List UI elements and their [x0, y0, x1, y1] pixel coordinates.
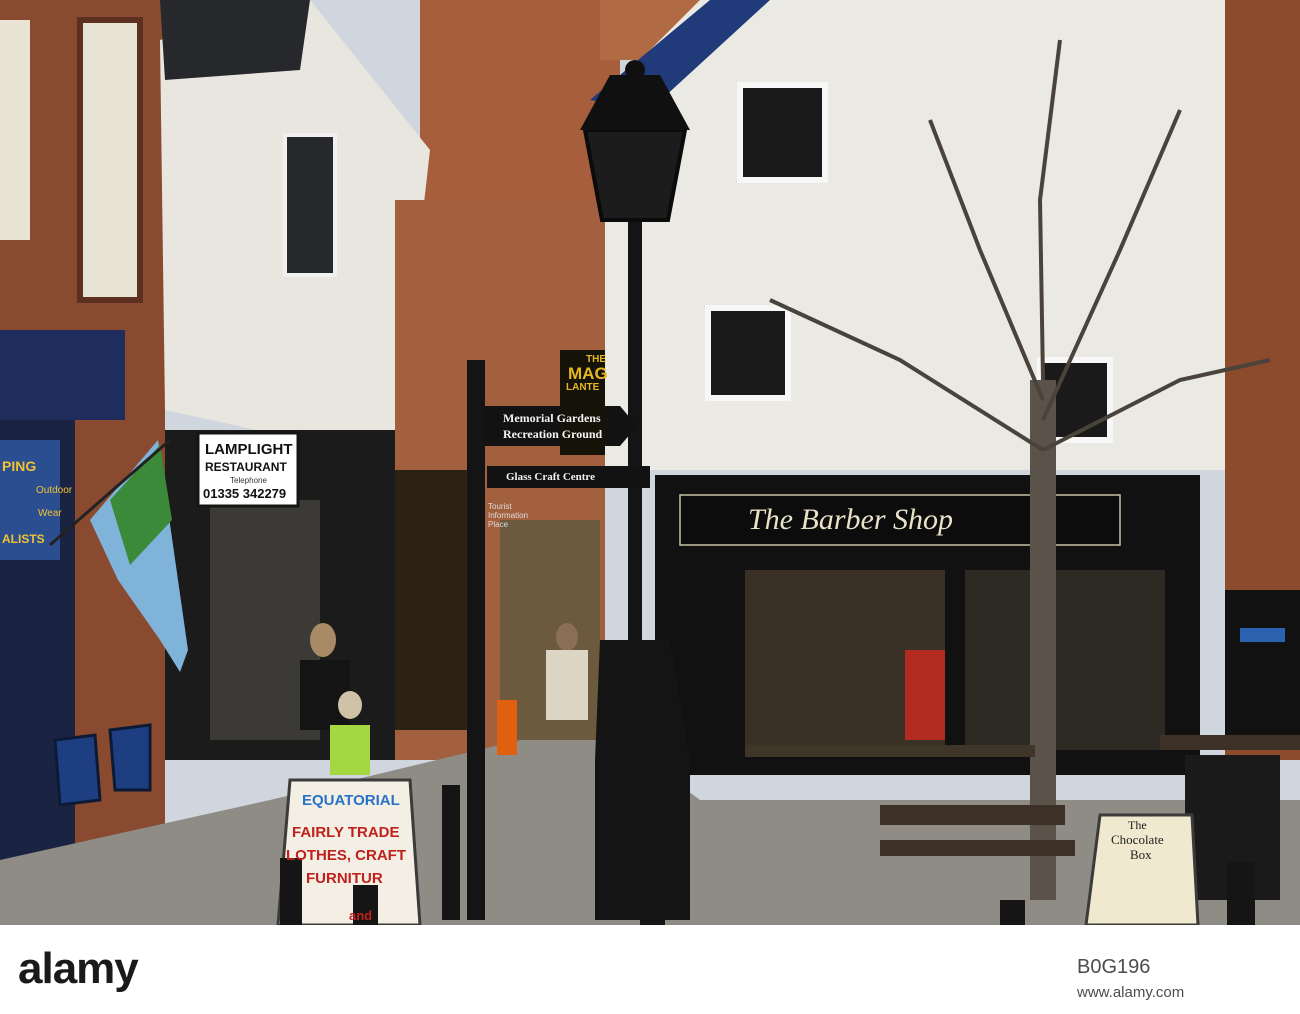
signpost	[467, 360, 485, 920]
equatorial-board-line2: LOTHES, CRAFT	[286, 847, 406, 864]
alamy-logo: alamy	[18, 944, 139, 993]
chocolate-box-line1: The	[1128, 818, 1147, 832]
outdoor-shop-sign-3: Wear	[38, 508, 62, 519]
chocolate-box-line3: Box	[1130, 847, 1152, 862]
lamplight-sign-line1: LAMPLIGHT	[205, 441, 293, 458]
fingerpost-recreation-ground: Recreation Ground	[503, 427, 603, 441]
tourist-information-sign: Tourist Information Place	[488, 502, 529, 529]
equatorial-board-line4: and	[349, 908, 373, 923]
white-building	[600, 0, 1230, 470]
bench	[880, 805, 1065, 825]
fingerpost-glass-craft-centre: Glass Craft Centre	[506, 471, 595, 483]
magic-lantern-sign-line3: LANTE	[566, 382, 600, 393]
fingerpost-memorial-gardens: Memorial Gardens	[503, 411, 601, 425]
lamplight-sign-line2: RESTAURANT	[205, 460, 287, 474]
equatorial-board-line1: FAIRLY TRADE	[292, 824, 400, 841]
image-id-label: B0G196	[1077, 956, 1151, 978]
magic-lantern-sign-line2: MAG	[568, 364, 608, 383]
barber-shop-sign: The Barber Shop	[748, 503, 953, 536]
street-scene-illustration	[0, 0, 1300, 925]
lamplight-sign-line3: Telephone	[230, 476, 267, 485]
chocolate-box-line2: Chocolate	[1111, 832, 1164, 847]
equatorial-board-title: EQUATORIAL	[302, 792, 400, 809]
site-url-label: www.alamy.com	[1077, 984, 1185, 1001]
outdoor-shop-sign-1: PING	[2, 458, 37, 474]
outdoor-shop-sign-2: Outdoor	[36, 485, 73, 496]
street-photo: LAMPLIGHT RESTAURANT Telephone 01335 342…	[0, 0, 1300, 925]
lamplight-sign-phone: 01335 342279	[203, 486, 287, 501]
equatorial-board-line3: FURNITUR	[306, 870, 383, 887]
outdoor-shop-sign-4: ALISTS	[2, 532, 45, 546]
